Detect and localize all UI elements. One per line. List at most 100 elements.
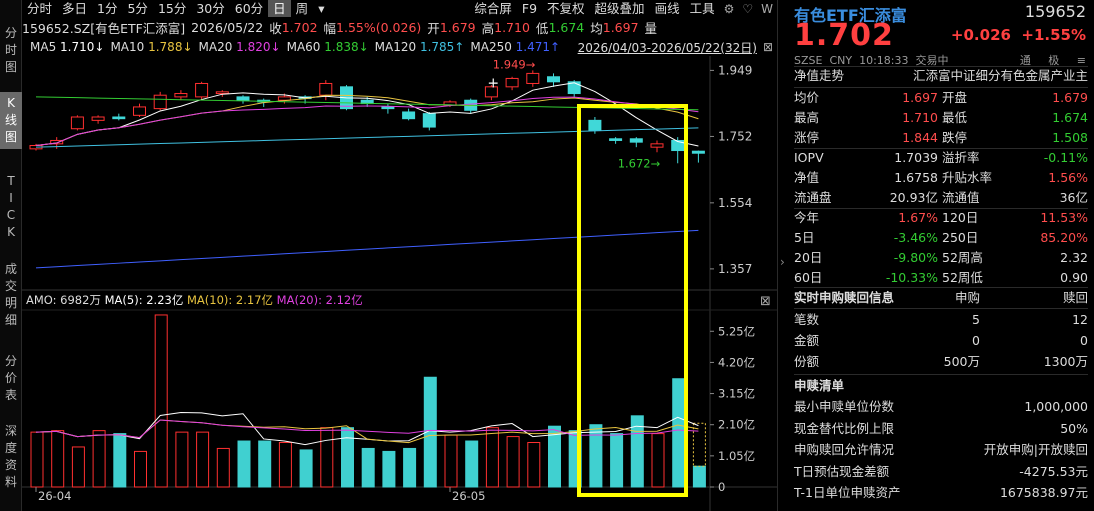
list-value: 开放申购|开放赎回 — [983, 442, 1088, 457]
change-pct: +1.55% — [1021, 26, 1086, 44]
list-label: T-1日单位申赎资产 — [794, 485, 901, 500]
volume-bar — [465, 440, 479, 488]
candle-body — [215, 91, 229, 95]
stat-label: 今年 — [794, 210, 820, 225]
volume-bar — [71, 446, 85, 488]
stat-label: 升贴水率 — [942, 170, 993, 185]
change-value: +0.026 — [950, 26, 1011, 44]
stat-value: 1.674 — [1052, 110, 1088, 125]
stat-row: 涨停 1.844 跌停 1.508 — [794, 128, 1088, 148]
low-marker: 1.672→ — [618, 156, 661, 170]
low-value: 1.674 — [548, 20, 585, 35]
volume-bar — [278, 442, 292, 488]
vol-tick-label: 2.10亿 — [718, 418, 755, 432]
redeem-label: 份额 — [794, 354, 820, 369]
date-range[interactable]: 2026/04/03-2026/05/22(32日) — [578, 39, 757, 56]
volume-bar — [692, 465, 706, 488]
quote-panel: › 有色ETF汇添富 159652 1.702 +0.026 +1.55% SZ… — [777, 0, 1094, 511]
stat-value: 1.679 — [1052, 90, 1088, 105]
candle-body — [505, 77, 519, 88]
redeem-subscribe-value: 5 — [972, 312, 980, 327]
close-icon[interactable]: ⊠ — [760, 294, 771, 309]
sidebar-tab-0[interactable]: 分时图 — [0, 22, 22, 79]
redeem-col-redeem: 赎回 — [1062, 290, 1088, 305]
avg-value: 1.697 — [602, 20, 639, 35]
avg-label: 均 — [590, 21, 603, 36]
candle-body — [691, 150, 705, 154]
volume-bar — [134, 450, 147, 488]
security-code: 159652.SZ[有色ETF汇添富] — [22, 21, 186, 36]
stat-value: 1.6758 — [894, 170, 938, 185]
candle-body — [112, 116, 126, 120]
volume-bar — [175, 431, 189, 488]
candle-body — [526, 72, 540, 84]
list-label: 申购赎回允许情况 — [794, 442, 895, 457]
candle-body — [236, 96, 250, 101]
ma-item-ma250: MA250 1.471↑ — [470, 40, 561, 54]
volume-bar — [485, 427, 499, 488]
sidebar-tab-4[interactable]: 分价表 — [0, 350, 22, 407]
stat-row: 5日 -3.46% 250日 85.20% — [794, 228, 1088, 248]
stat-value: 0.90 — [1060, 270, 1088, 285]
app-root: 分时图K线图TICK成交明细分价表深度资料 分时 多日 1分 5分 15分 30分 60分日… — [0, 0, 1094, 511]
stat-label: 均价 — [794, 90, 820, 105]
sidebar-tab-3[interactable]: 成交明细 — [0, 258, 22, 332]
stat-value: 1.844 — [902, 130, 938, 145]
high-value: 1.710 — [494, 20, 530, 35]
list-value: 50% — [1060, 420, 1088, 436]
ma250-line — [35, 229, 699, 269]
candle-body — [70, 116, 84, 130]
candle-body — [547, 76, 560, 83]
sidebar-tab-2[interactable]: TICK — [0, 170, 22, 244]
volume-bar — [672, 378, 686, 488]
amp-value: 1.55%(0.026) — [336, 20, 422, 35]
nav-row[interactable]: 净值走势 汇添富中证细分有色金属产业主 — [794, 66, 1088, 86]
close-label: 收 — [269, 21, 282, 36]
crosshair-icon: + — [487, 75, 499, 91]
stat-value: 1.710 — [902, 110, 938, 125]
x-tick-label: 26-04 — [38, 489, 71, 503]
stat-label: 最低 — [942, 110, 968, 125]
stat-row: 净值 1.6758 升贴水率 1.56% — [794, 168, 1088, 188]
price-tick-label: 1.357 — [718, 262, 752, 276]
left-sidebar: 分时图 K线图 TICK 成交明细分价表深度资料 — [0, 0, 22, 511]
volume-bar — [216, 447, 230, 488]
ma-item-ma20: MA20 1.820↓ — [198, 40, 281, 54]
stat-value: 11.53% — [1040, 210, 1088, 225]
vol-tick-label: 4.20亿 — [718, 355, 755, 369]
volume-forecast-bar — [692, 422, 706, 467]
stat-row: 今年 1.67% 120日 11.53% — [794, 208, 1088, 228]
vol-tick-label: 5.25亿 — [718, 324, 755, 338]
redeem-redeem-value: 12 — [1072, 312, 1088, 327]
volume-bar — [196, 431, 210, 488]
info-bar: 159652.SZ[有色ETF汇添富] 2026/05/22 收 1.702 幅… — [22, 18, 777, 37]
ma-item-ma10: MA10 1.788↓ — [110, 40, 193, 54]
kline-chart-area[interactable]: 1.949 1.752 1.554 1.357 5.25亿 4.20亿 3.15亿 2.10亿… — [22, 0, 777, 511]
candle-body — [629, 138, 643, 143]
redeem-header: 实时申购赎回信息 申购 赎回 — [794, 288, 1088, 308]
sidebar-tab-5[interactable]: 深度资料 — [0, 420, 22, 494]
candle-body — [422, 113, 436, 128]
volume-bar — [320, 427, 334, 488]
stat-value: 2.32 — [1060, 250, 1088, 265]
collapse-arrow-icon[interactable]: › — [780, 255, 785, 269]
stat-label: 跌停 — [942, 130, 968, 145]
close-icon[interactable]: ⊠ — [763, 40, 773, 54]
volume-bar — [154, 314, 168, 488]
stat-value: 36亿 — [1059, 190, 1088, 205]
vol-label: 量 — [644, 21, 658, 36]
redeem-subscribe-value: 0 — [972, 333, 980, 348]
stat-label: 流通值 — [942, 190, 980, 205]
list-value: 1,000,000 — [1024, 399, 1088, 414]
nav-value: 汇添富中证细分有色金属产业主 — [912, 68, 1088, 83]
redeem-redeem-value: 1300万 — [1043, 354, 1088, 369]
sidebar-tab-1[interactable]: K线图 — [0, 92, 22, 149]
redeem-row: 笔数 5 12 — [794, 310, 1088, 330]
divider — [794, 308, 1088, 309]
list-header: 申赎清单 — [794, 376, 1088, 396]
quote-date: 2026/05/22 — [191, 20, 264, 35]
candle-body — [133, 106, 146, 116]
candle-body — [650, 143, 664, 148]
stat-label: IOPV — [794, 150, 824, 165]
stat-row: 均价 1.697 开盘 1.679 — [794, 88, 1088, 108]
